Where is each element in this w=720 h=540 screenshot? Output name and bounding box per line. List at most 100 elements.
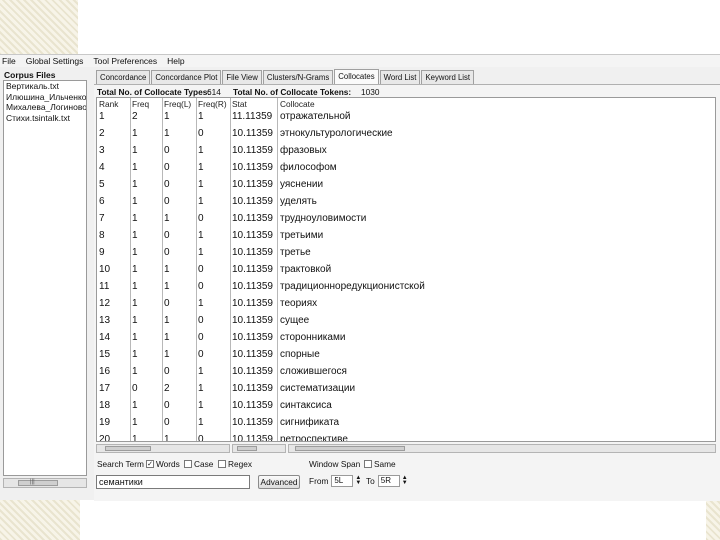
corpus-files-panel: Corpus Files Вертикаль.txt Илюшина_Ильче… [0, 68, 90, 501]
spinner-arrows-icon[interactable]: ▲ ▼ [355, 475, 361, 486]
table-row[interactable]: 5 1 0 1 10.11359 уяснении [97, 176, 715, 193]
cell-collocate: этнокультурологические [280, 128, 393, 139]
cell-rank: 12 [99, 298, 111, 309]
corpus-file-list[interactable]: Вертикаль.txt Илюшина_Ильченко_ Михалева… [3, 80, 87, 476]
table-row[interactable]: 16 1 0 1 10.11359 сложившегося [97, 363, 715, 380]
cell-rank: 10 [99, 264, 111, 275]
window-span-label: Window Span [309, 459, 361, 469]
scrollbar-thumb[interactable] [105, 446, 151, 451]
table-row[interactable]: 15 1 1 0 10.11359 спорные [97, 346, 715, 363]
cell-stat: 10.11359 [232, 213, 273, 224]
cell-collocate: синтаксиса [280, 400, 332, 411]
table-row[interactable]: 2 1 1 0 10.11359 этнокультурологические [97, 125, 715, 142]
table-row[interactable]: 17 0 2 1 10.11359 систематизации [97, 380, 715, 397]
cell-freq-right: 1 [198, 145, 204, 156]
tab-keyword-list[interactable]: Keyword List [421, 70, 475, 84]
search-term-label: Search Term [97, 459, 144, 469]
cell-freq-right: 0 [198, 349, 204, 360]
results-scrollbar-middle[interactable] [232, 444, 286, 453]
table-row[interactable]: 12 1 0 1 10.11359 теориях [97, 295, 715, 312]
table-row[interactable]: 4 1 0 1 10.11359 философом [97, 159, 715, 176]
spinner-arrows-icon[interactable]: ▲ ▼ [402, 475, 408, 486]
from-span: From 5L ▲ ▼ [309, 475, 361, 487]
cell-rank: 11 [99, 281, 110, 292]
cell-freq-left: 1 [164, 332, 170, 343]
cell-rank: 13 [99, 315, 111, 326]
scrollbar-thumb[interactable] [237, 446, 257, 451]
words-checkbox[interactable]: ✓ [146, 460, 154, 468]
corpus-file-item[interactable]: Вертикаль.txt [4, 81, 86, 92]
cell-collocate: отражательной [280, 111, 351, 122]
cell-freq-left: 0 [164, 145, 170, 156]
advanced-button[interactable]: Advanced [258, 475, 300, 489]
cell-stat: 10.11359 [232, 264, 273, 275]
cell-stat: 10.11359 [232, 332, 273, 343]
regex-checkbox[interactable] [218, 460, 226, 468]
cell-freq: 1 [132, 349, 138, 360]
results-scrollbar-right[interactable] [288, 444, 716, 453]
to-stepper[interactable]: 5R [377, 475, 400, 487]
case-label: Case [194, 459, 214, 469]
table-row[interactable]: 13 1 1 0 10.11359 сущее [97, 312, 715, 329]
table-row[interactable]: 19 1 0 1 10.11359 сигнификата [97, 414, 715, 431]
collocate-results-table[interactable]: Rank Freq Freq(L) Freq(R) Stat Collocate… [96, 97, 716, 442]
cell-freq-left: 1 [164, 434, 170, 442]
cell-stat: 10.11359 [232, 230, 273, 241]
corpus-file-item[interactable]: Михалева_Логиновой_ [4, 102, 86, 113]
table-row[interactable]: 8 1 0 1 10.11359 третьими [97, 227, 715, 244]
scrollbar-thumb[interactable] [18, 480, 58, 486]
menu-help[interactable]: Help [167, 56, 184, 66]
table-row[interactable]: 10 1 1 0 10.11359 трактовкой [97, 261, 715, 278]
table-row[interactable]: 3 1 0 1 10.11359 фразовых [97, 142, 715, 159]
menu-bar: File Global Settings Tool Preferences He… [0, 55, 720, 67]
table-row[interactable]: 20 1 1 0 10.11359 ретроспективе [97, 431, 715, 442]
tab-collocates[interactable]: Collocates [334, 69, 379, 84]
from-stepper[interactable]: 5L [331, 475, 354, 487]
table-row[interactable]: 9 1 0 1 10.11359 третье [97, 244, 715, 261]
cell-freq-left: 1 [164, 349, 170, 360]
regex-option[interactable]: Regex [218, 459, 252, 469]
table-row[interactable]: 14 1 1 0 10.11359 сторонниками [97, 329, 715, 346]
cell-stat: 10.11359 [232, 383, 273, 394]
results-scrollbar-left[interactable] [96, 444, 230, 453]
tab-file-view[interactable]: File View [222, 70, 262, 84]
cell-freq-right: 0 [198, 332, 204, 343]
cell-freq-left: 0 [164, 247, 170, 258]
corpus-list-scrollbar[interactable]: ||| [3, 478, 87, 488]
words-option[interactable]: ✓ Words [146, 459, 180, 469]
case-option[interactable]: Case [184, 459, 213, 469]
cell-freq-left: 0 [164, 179, 170, 190]
table-row[interactable]: 7 1 1 0 10.11359 трудноуловимости [97, 210, 715, 227]
menu-file[interactable]: File [2, 56, 16, 66]
cell-freq-left: 2 [164, 383, 170, 394]
cell-freq: 0 [132, 383, 138, 394]
menu-global-settings[interactable]: Global Settings [26, 56, 84, 66]
tab-word-list[interactable]: Word List [379, 70, 421, 84]
scrollbar-thumb[interactable] [295, 446, 405, 451]
table-row[interactable]: 11 1 1 0 10.11359 традиционноредукционистской [97, 278, 715, 295]
cell-collocate: фразовых [280, 145, 327, 156]
tab-concordance-plot[interactable]: Concordance Plot [151, 70, 222, 84]
table-row[interactable]: 6 1 0 1 10.11359 уделять [97, 193, 715, 210]
total-tokens-label: Total No. of Collocate Tokens: [233, 87, 352, 97]
menu-tool-preferences[interactable]: Tool Preferences [93, 56, 157, 66]
corpus-file-item[interactable]: Илюшина_Ильченко_ [4, 92, 86, 103]
tab-clusters-ngrams[interactable]: Clusters/N-Grams [262, 70, 334, 84]
same-checkbox[interactable] [364, 460, 372, 468]
cell-collocate: трактовкой [280, 264, 332, 275]
cell-rank: 16 [99, 366, 111, 377]
same-option[interactable]: Same [364, 459, 396, 469]
case-checkbox[interactable] [184, 460, 192, 468]
table-row[interactable]: 1 2 1 1 11.11359 отражательной [97, 108, 715, 125]
cell-collocate: уяснении [280, 179, 324, 190]
corpus-file-item[interactable]: Стихи.tsintalk.txt [4, 113, 86, 124]
cell-rank: 5 [99, 179, 105, 190]
cell-rank: 1 [99, 111, 105, 122]
cell-freq: 1 [132, 315, 138, 326]
search-term-input[interactable] [96, 475, 250, 489]
cell-freq-left: 0 [164, 400, 170, 411]
tab-concordance[interactable]: Concordance [96, 70, 151, 84]
cell-stat: 10.11359 [232, 366, 273, 377]
table-row[interactable]: 18 1 0 1 10.11359 синтаксиса [97, 397, 715, 414]
cell-freq-right: 1 [198, 196, 204, 207]
